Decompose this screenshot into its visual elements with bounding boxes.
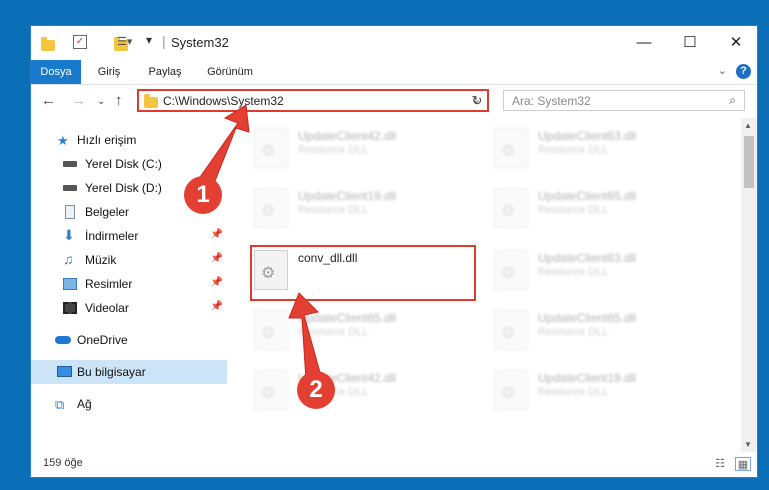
arrow-2 <box>288 292 322 381</box>
annotation-badge-1: 1 <box>184 176 222 214</box>
annotation-badge-2: 2 <box>297 371 335 409</box>
arrow-1 <box>197 104 250 187</box>
annotation-arrows <box>197 104 322 381</box>
